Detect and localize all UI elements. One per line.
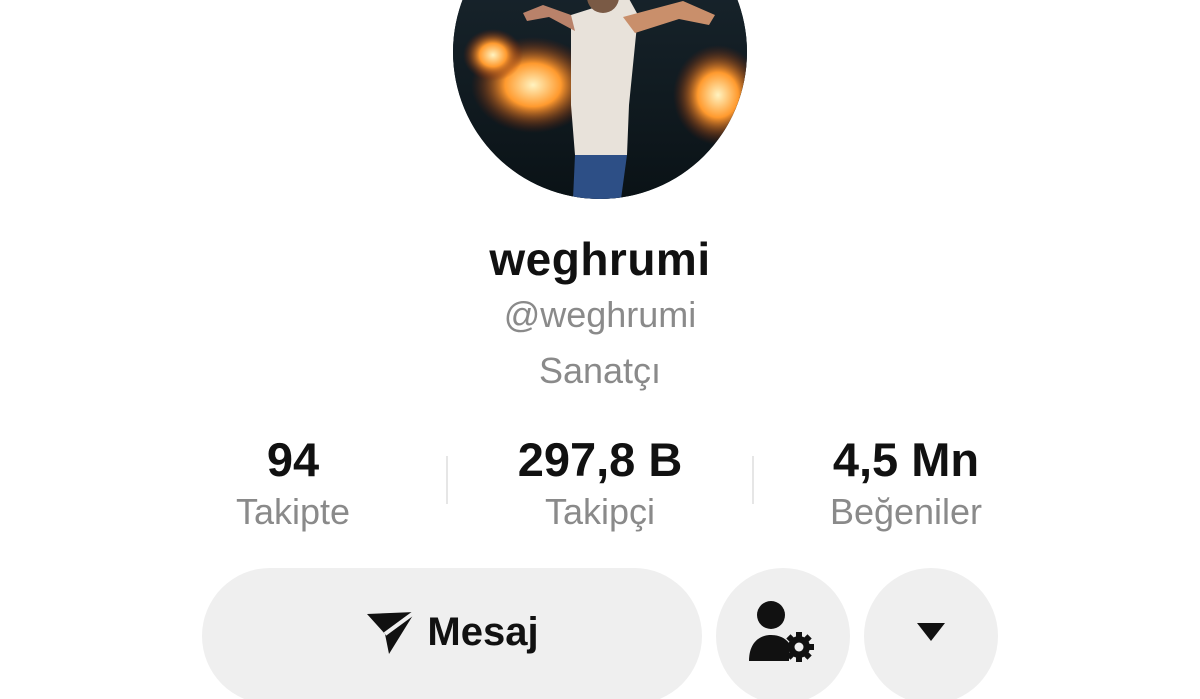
followers-label: Takipçi — [544, 491, 656, 532]
likes-label: Beğeniler — [829, 491, 983, 532]
send-icon — [365, 608, 417, 656]
more-options-button[interactable] — [864, 568, 998, 699]
avatar-photo — [453, 0, 747, 199]
avatar[interactable] — [453, 0, 747, 199]
followers-count: 297,8 B — [517, 433, 683, 486]
stat-divider — [752, 456, 754, 504]
user-gear-icon — [747, 599, 819, 665]
friend-settings-button[interactable] — [716, 568, 850, 699]
stat-likes[interactable]: 4,5 Mn Beğeniler — [800, 430, 1012, 534]
message-label: Mesaj — [427, 609, 539, 654]
chevron-down-icon — [916, 621, 946, 643]
profile-page: weghrumi @weghrumi Sanatçı 94 Takipte 29… — [0, 0, 1200, 699]
display-name: weghrumi — [489, 233, 711, 285]
following-count: 94 — [266, 433, 320, 486]
message-button[interactable]: Mesaj — [202, 568, 702, 699]
stat-divider — [446, 456, 448, 504]
category-label: Sanatçı — [538, 350, 662, 391]
likes-count: 4,5 Mn — [832, 433, 980, 486]
following-label: Takipte — [235, 491, 351, 532]
username: @weghrumi — [503, 294, 697, 335]
stat-followers[interactable]: 297,8 B Takipçi — [480, 430, 720, 534]
stat-following[interactable]: 94 Takipte — [193, 430, 393, 534]
